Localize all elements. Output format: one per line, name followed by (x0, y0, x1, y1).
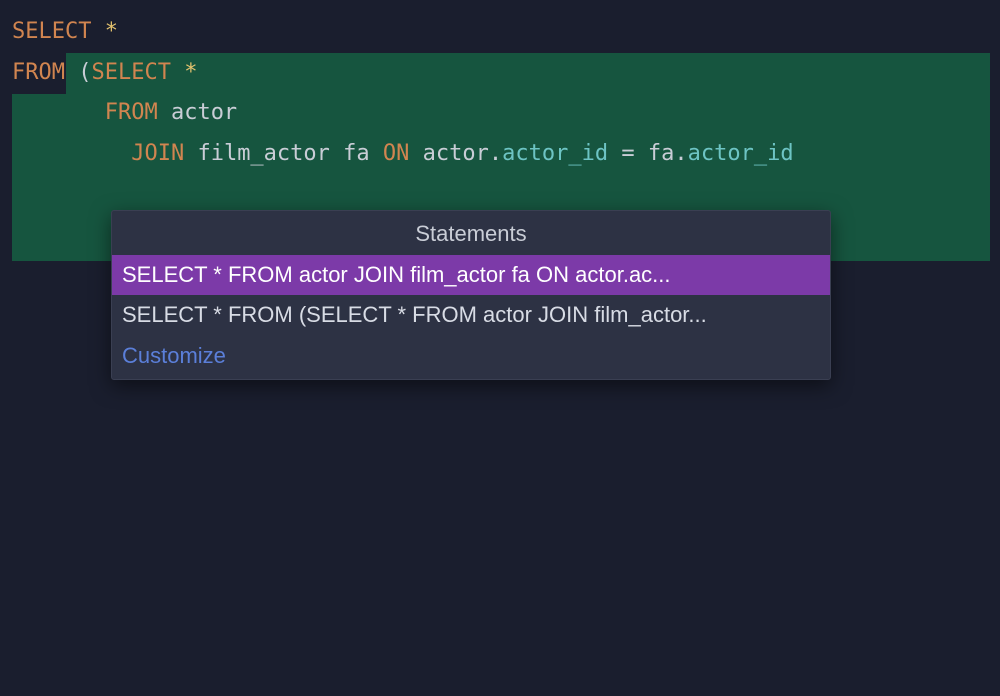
popup-header: Statements (112, 211, 830, 255)
table-name: actor (171, 100, 237, 125)
popup-item-statement[interactable]: SELECT * FROM (SELECT * FROM actor JOIN … (112, 295, 830, 335)
code-line[interactable]: JOIN film_actor fa ON actor.actor_id = f… (12, 134, 988, 175)
column-name: actor_id (688, 141, 794, 166)
keyword-join: JOIN (131, 141, 184, 166)
keyword-select: SELECT (91, 60, 170, 85)
equals: = (621, 141, 634, 166)
keyword-from: FROM (105, 100, 158, 125)
code-line[interactable]: FROM (SELECT * (12, 53, 988, 94)
star-wildcard: * (184, 60, 197, 85)
table-ref: actor (423, 141, 489, 166)
keyword-on: ON (383, 141, 410, 166)
popup-customize-link[interactable]: Customize (112, 335, 830, 379)
dot: . (489, 141, 502, 166)
table-name: film_actor (197, 141, 329, 166)
code-editor[interactable]: SELECT * FROM (SELECT * FROM actor JOIN … (0, 0, 1000, 187)
paren-open: ( (78, 60, 91, 85)
code-line[interactable]: SELECT * (12, 12, 988, 53)
dot: . (674, 141, 687, 166)
column-name: actor_id (502, 141, 608, 166)
star-wildcard: * (105, 19, 118, 44)
table-ref: fa (648, 141, 675, 166)
code-line[interactable]: FROM actor (12, 93, 988, 134)
keyword-from: FROM (12, 60, 65, 85)
statements-popup: Statements SELECT * FROM actor JOIN film… (111, 210, 831, 380)
table-alias: fa (343, 141, 370, 166)
popup-item-statement[interactable]: SELECT * FROM actor JOIN film_actor fa O… (112, 255, 830, 295)
keyword-select: SELECT (12, 19, 91, 44)
